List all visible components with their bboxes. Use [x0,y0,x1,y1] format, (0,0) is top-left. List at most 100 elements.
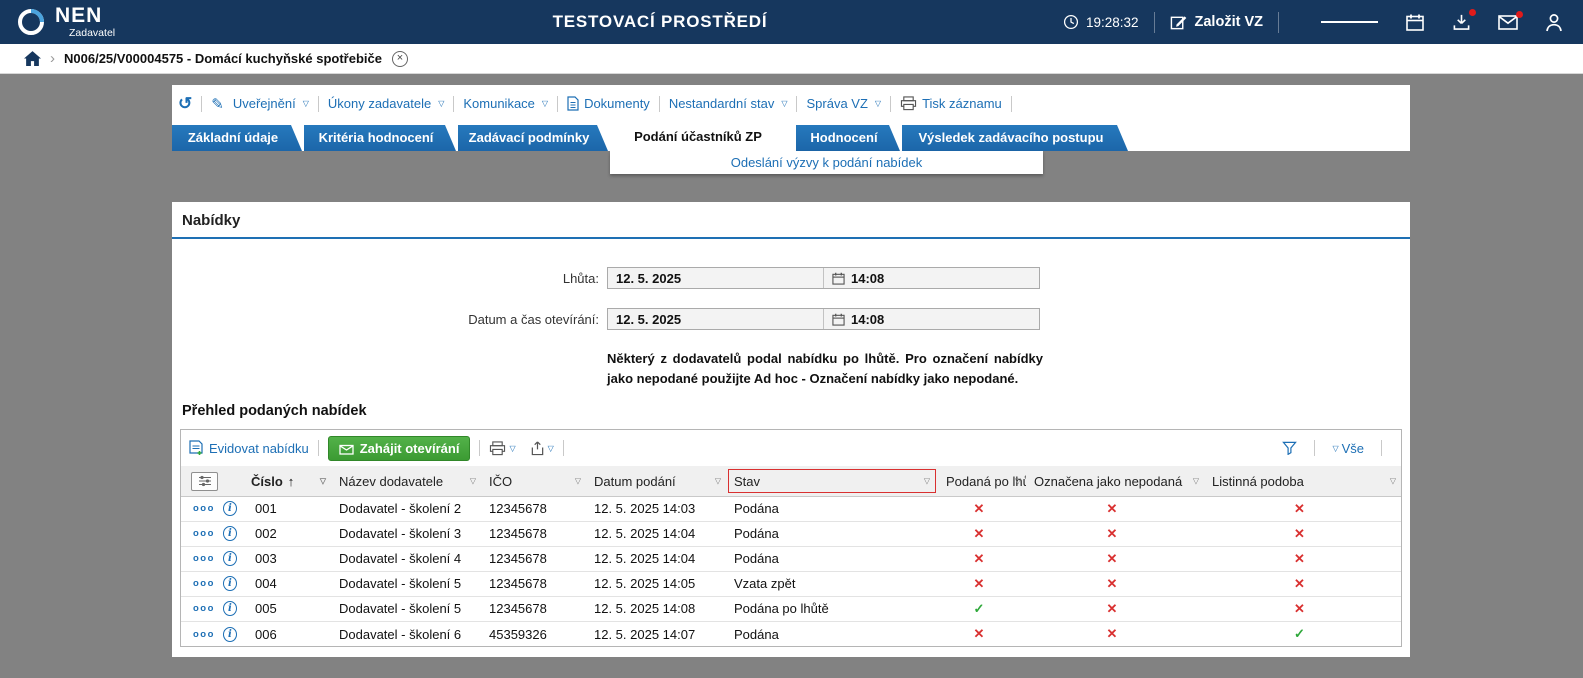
oteviranie-date-input[interactable]: 12. 5. 2025 [608,312,823,327]
tab-zakladni-udaje[interactable]: Základní údaje [172,125,302,151]
info-icon[interactable]: i [222,576,237,592]
filter-caret-icon[interactable]: ▽ [924,477,930,486]
toolbar-item-komunikace[interactable]: Komunikace ▽ [463,96,548,111]
field-label-oteviranie: Datum a čas otevírání: [468,311,599,327]
filter-caret-icon[interactable]: ▽ [1390,477,1396,486]
row-menu-button[interactable]: ooo [193,629,215,640]
column-header-oznacena-jako-nepodana[interactable]: Označena jako nepodaná ▽ [1026,466,1204,497]
divider [1381,440,1382,457]
filter-caret-icon[interactable]: ▽ [470,477,476,486]
edit-record-button[interactable]: ✎ [211,95,224,113]
profile-button[interactable] [1545,13,1563,32]
cell-oznacena-jako-nepodana: ✕ [1026,495,1204,522]
info-icon[interactable]: i [222,601,237,617]
toolbar-item-ukony-zadavatele[interactable]: Úkony zadavatele ▽ [328,96,445,111]
table-row[interactable]: ooo i 003 Dodavatel - školení 4 12345678… [181,545,1401,572]
cell-podana-po-lhute: ✕ [938,570,1026,597]
cell-oznacena-jako-nepodana: ✕ [1026,595,1204,622]
cell-datum-podani: 12. 5. 2025 14:04 [586,520,726,547]
offers-table-box: Evidovat nabídku Zahájit otevírání ▽ ▽ ▽… [180,429,1402,648]
table-header-row: Číslo ↑ ▽ Název dodavatele ▽ IČO ▽ Datum… [181,466,1401,497]
filter-caret-icon[interactable]: ▽ [715,477,721,486]
home-button[interactable] [24,51,41,66]
calendar-icon[interactable] [832,272,845,285]
table-row[interactable]: ooo i 001 Dodavatel - školení 2 12345678… [181,495,1401,522]
filter-button[interactable] [1282,441,1298,456]
cell-ico: 12345678 [481,495,586,522]
table-row[interactable]: ooo i 002 Dodavatel - školení 3 12345678… [181,520,1401,547]
column-header-stav[interactable]: Stav ▽ [726,466,938,497]
column-settings-button[interactable] [191,471,218,491]
notification-badge [1469,9,1476,16]
info-icon[interactable]: i [222,551,237,567]
oteviranie-time-input[interactable]: 14:08 [851,312,884,327]
column-header-nazev-dodavatele[interactable]: Název dodavatele ▽ [331,466,481,497]
cell-nazev-dodavatele: Dodavatel - školení 6 [331,620,481,647]
column-header-datum-podani[interactable]: Datum podání ▽ [586,466,726,497]
info-icon[interactable]: i [222,626,237,642]
breadcrumb-item[interactable]: N006/25/V00004575 - Domácí kuchyňské spo… [64,51,382,66]
table-row[interactable]: ooo i 004 Dodavatel - školení 5 12345678… [181,570,1401,597]
divider [317,95,319,112]
column-header-listinna-podoba[interactable]: Listinná podoba ▽ [1204,466,1401,497]
divider [1314,440,1316,457]
filter-caret-icon[interactable]: ▽ [1015,477,1021,486]
column-header-cislo[interactable]: Číslo ↑ ▽ [243,466,331,497]
offers-table: Číslo ↑ ▽ Název dodavatele ▽ IČO ▽ Datum… [181,466,1401,647]
export-table-button[interactable]: ▽ [530,440,554,456]
history-button[interactable]: ↺ [178,94,192,114]
filter-caret-icon[interactable]: ▽ [320,477,326,486]
tab-hodnoceni[interactable]: Hodnocení [796,125,900,151]
subtab-link-odeslani-vyzvy[interactable]: Odeslání výzvy k podání nabídek [731,155,923,170]
cell-stav: Podána [726,620,938,647]
open-envelope-icon [339,442,354,455]
cell-nazev-dodavatele: Dodavatel - školení 5 [331,595,481,622]
info-icon[interactable]: i [222,501,237,517]
nen-logo[interactable] [16,7,46,37]
lhuta-time-input[interactable]: 14:08 [851,271,884,286]
column-header-podana-po-lhute[interactable]: Podaná po lhůtě ▽ [938,466,1026,497]
cell-stav: Vzata zpět [726,570,938,597]
menu-button[interactable] [1321,18,1378,26]
info-icon[interactable]: i [222,526,237,542]
lhuta-date-input[interactable]: 12. 5. 2025 [608,271,823,286]
create-vz-button[interactable]: Založit VZ [1170,14,1263,31]
tab-zadavaci-podminky[interactable]: Zadávací podmínky [458,125,608,151]
tab-vysledek-zadavaciho-postupu[interactable]: Výsledek zadávacího postupu [902,125,1128,151]
calendar-button[interactable] [1405,13,1425,32]
cell-cislo: 002 [243,520,331,547]
print-table-button[interactable]: ▽ [489,441,516,456]
cell-listinna-podoba: ✕ [1204,595,1401,622]
toolbar-item-uverejneni[interactable]: Uveřejnění ▽ [233,96,309,111]
toolbar-item-tisk-zaznamu[interactable]: Tisk záznamu [900,96,1002,111]
row-menu-button[interactable]: ooo [193,603,215,614]
filter-caret-icon[interactable]: ▽ [575,477,581,486]
calendar-icon[interactable] [832,313,845,326]
deadline-form: Lhůta: 12. 5. 2025 14:08 Datum a čas ote… [172,267,1410,330]
downloads-button[interactable] [1452,9,1476,31]
table-row[interactable]: ooo i 006 Dodavatel - školení 6 45359326… [181,620,1401,647]
toolbar-item-dokumenty[interactable]: Dokumenty [567,96,650,111]
toolbar-item-sprava-vz[interactable]: Správa VZ ▽ [806,96,881,111]
row-menu-button[interactable]: ooo [193,578,215,589]
cell-datum-podani: 12. 5. 2025 14:05 [586,570,726,597]
tab-podani-ucastniku-zp[interactable]: Podání účastníků ZP [610,122,794,151]
breadcrumb-close-button[interactable]: × [391,50,408,67]
toolbar-item-nestandardni-stav[interactable]: Nestandardní stav ▽ [669,96,788,111]
messages-button[interactable] [1498,10,1523,30]
row-menu-button[interactable]: ooo [193,553,215,564]
cell-datum-podani: 12. 5. 2025 14:07 [586,620,726,647]
column-header-ico[interactable]: IČO ▽ [481,466,586,497]
start-opening-button[interactable]: Zahájit otevírání [327,435,471,461]
row-menu-button[interactable]: ooo [193,503,215,514]
view-all-dropdown[interactable]: ▽ Vše [1332,441,1364,456]
tab-kriteria-hodnoceni[interactable]: Kritéria hodnocení [304,125,456,151]
filter-caret-icon[interactable]: ▽ [1193,477,1199,486]
document-icon [567,96,579,111]
section-title: Nabídky [182,212,241,229]
cell-nazev-dodavatele: Dodavatel - školení 5 [331,570,481,597]
record-offer-button[interactable]: Evidovat nabídku [189,440,309,456]
cell-datum-podani: 12. 5. 2025 14:08 [586,595,726,622]
table-row[interactable]: ooo i 005 Dodavatel - školení 5 12345678… [181,595,1401,622]
row-menu-button[interactable]: ooo [193,528,215,539]
